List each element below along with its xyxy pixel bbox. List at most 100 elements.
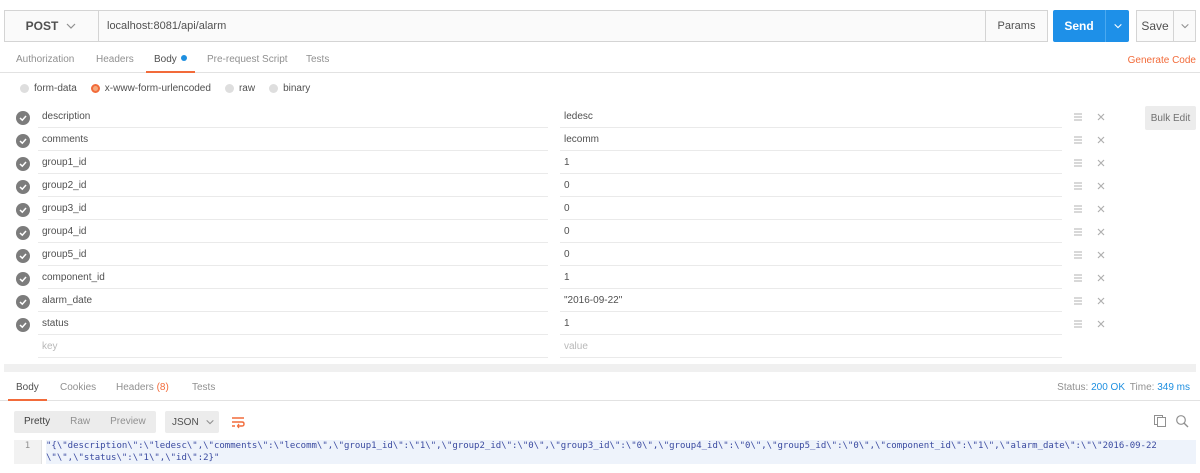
request-tabs: Authorization Headers Body Pre-request S… [0,49,1200,73]
param-key[interactable]: group4_id [38,221,548,243]
param-key[interactable]: comments [38,129,548,151]
pretty-button[interactable]: Pretty [14,411,60,433]
close-icon[interactable] [1094,179,1108,193]
drag-handle-icon[interactable] [1071,294,1085,308]
mode-x-www-form-urlencoded[interactable]: x-www-form-urlencoded [90,83,211,94]
drag-handle-icon[interactable] [1071,317,1085,331]
check-circle-icon[interactable] [16,134,30,148]
check-circle-icon[interactable] [16,180,30,194]
check-circle-icon[interactable] [16,203,30,217]
param-key[interactable]: status [38,313,548,335]
check-circle-icon[interactable] [16,226,30,240]
close-icon[interactable] [1094,248,1108,262]
check-circle-icon[interactable] [16,249,30,263]
time-value[interactable]: 349 ms [1157,382,1190,393]
close-icon[interactable] [1094,225,1108,239]
close-icon[interactable] [1094,294,1108,308]
close-icon[interactable] [1094,317,1108,331]
modified-dot-icon [180,55,187,61]
param-key[interactable]: component_id [38,267,548,289]
new-value-input[interactable]: value [560,336,1062,358]
drag-handle-icon[interactable] [1071,225,1085,239]
url-input[interactable]: localhost:8081/api/alarm [99,11,985,41]
tab-authorization[interactable]: Authorization [16,49,74,73]
param-value[interactable]: 0 [560,244,1062,266]
drag-handle-icon[interactable] [1071,179,1085,193]
bulk-edit-button[interactable]: Bulk Edit [1145,106,1196,130]
response-time: Time: 349 ms [1130,377,1190,399]
check-circle-icon[interactable] [16,295,30,309]
headers-count: (8) [156,382,169,393]
preview-button[interactable]: Preview [100,411,156,433]
close-icon[interactable] [1094,271,1108,285]
param-value[interactable]: "2016-09-22" [560,290,1062,312]
tab-tests[interactable]: Tests [306,49,329,73]
send-options-button[interactable] [1105,10,1129,42]
save-options-button[interactable] [1173,11,1195,41]
response-body-text[interactable]: "{\"description\":\"ledesc\",\"comments\… [46,440,1196,464]
param-value[interactable]: 1 [560,267,1062,289]
method-select[interactable]: POST [5,11,99,41]
response-body-editor[interactable]: 1 "{\"description\":\"ledesc\",\"comment… [14,440,1196,464]
param-key[interactable]: group1_id [38,152,548,174]
check-circle-icon[interactable] [16,318,30,332]
close-icon[interactable] [1094,110,1108,124]
param-value[interactable]: 0 [560,221,1062,243]
mode-label: binary [283,82,311,94]
param-row: group1_id 1 [4,152,1114,175]
drag-handle-icon[interactable] [1071,202,1085,216]
drag-handle-icon[interactable] [1071,110,1085,124]
param-key[interactable]: group3_id [38,198,548,220]
format-toggle: Pretty Raw Preview [14,411,156,433]
save-label: Save [1141,19,1169,33]
param-key[interactable]: group5_id [38,244,548,266]
param-row: group4_id 0 [4,221,1114,244]
param-key[interactable]: alarm_date [38,290,548,312]
generate-code-link[interactable]: Generate Code [1128,49,1196,73]
tab-response-tests[interactable]: Tests [192,377,215,401]
param-key[interactable]: description [38,106,548,128]
mode-raw[interactable]: raw [224,83,255,94]
tab-response-body[interactable]: Body [8,377,47,401]
language-select[interactable]: JSON [165,411,219,433]
tab-cookies[interactable]: Cookies [60,377,96,401]
close-icon[interactable] [1094,133,1108,147]
mode-form-data[interactable]: form-data [20,83,77,94]
new-key-input[interactable]: key [38,336,548,358]
tab-pre-request-script[interactable]: Pre-request Script [207,49,288,73]
search-icon[interactable] [1175,414,1189,428]
drag-handle-icon[interactable] [1071,271,1085,285]
save-button[interactable]: Save [1136,10,1196,42]
send-button[interactable]: Send [1053,10,1129,42]
status-value[interactable]: 200 OK [1091,382,1125,393]
tab-headers[interactable]: Headers [96,49,134,73]
wrap-lines-button[interactable] [226,411,250,433]
panel-divider[interactable] [4,364,1196,372]
drag-handle-icon[interactable] [1071,248,1085,262]
tab-response-headers[interactable]: Headers (8) [116,377,169,401]
check-circle-icon[interactable] [16,111,30,125]
param-row: component_id 1 [4,267,1114,290]
tab-body[interactable]: Body [146,49,195,73]
method-label: POST [25,19,59,33]
param-value[interactable]: 0 [560,198,1062,220]
param-value[interactable]: ledesc [560,106,1062,128]
param-value[interactable]: 1 [560,313,1062,335]
close-icon[interactable] [1094,156,1108,170]
close-icon[interactable] [1094,202,1108,216]
param-value[interactable]: lecomm [560,129,1062,151]
raw-button[interactable]: Raw [60,411,100,433]
copy-icon[interactable] [1153,414,1167,428]
line-number: 1 [14,440,42,464]
wrap-lines-icon [232,417,245,429]
param-value[interactable]: 0 [560,175,1062,197]
param-key[interactable]: group2_id [38,175,548,197]
param-value[interactable]: 1 [560,152,1062,174]
mode-binary[interactable]: binary [269,83,310,94]
check-circle-icon[interactable] [16,272,30,286]
drag-handle-icon[interactable] [1071,156,1085,170]
check-circle-icon[interactable] [16,157,30,171]
params-button[interactable]: Params [985,11,1047,41]
param-row: group3_id 0 [4,198,1114,221]
drag-handle-icon[interactable] [1071,133,1085,147]
